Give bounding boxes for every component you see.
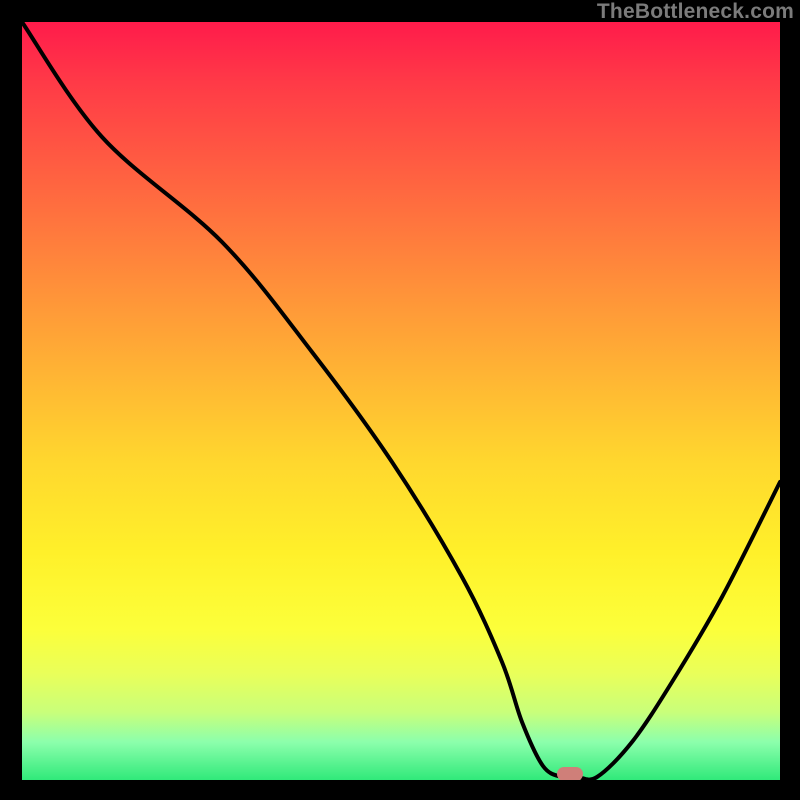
optimum-marker — [557, 767, 583, 780]
plot-area — [22, 22, 780, 780]
bottleneck-curve — [22, 22, 780, 780]
chart-frame: TheBottleneck.com — [0, 0, 800, 800]
chart-svg — [22, 22, 780, 780]
watermark-text: TheBottleneck.com — [597, 0, 794, 24]
